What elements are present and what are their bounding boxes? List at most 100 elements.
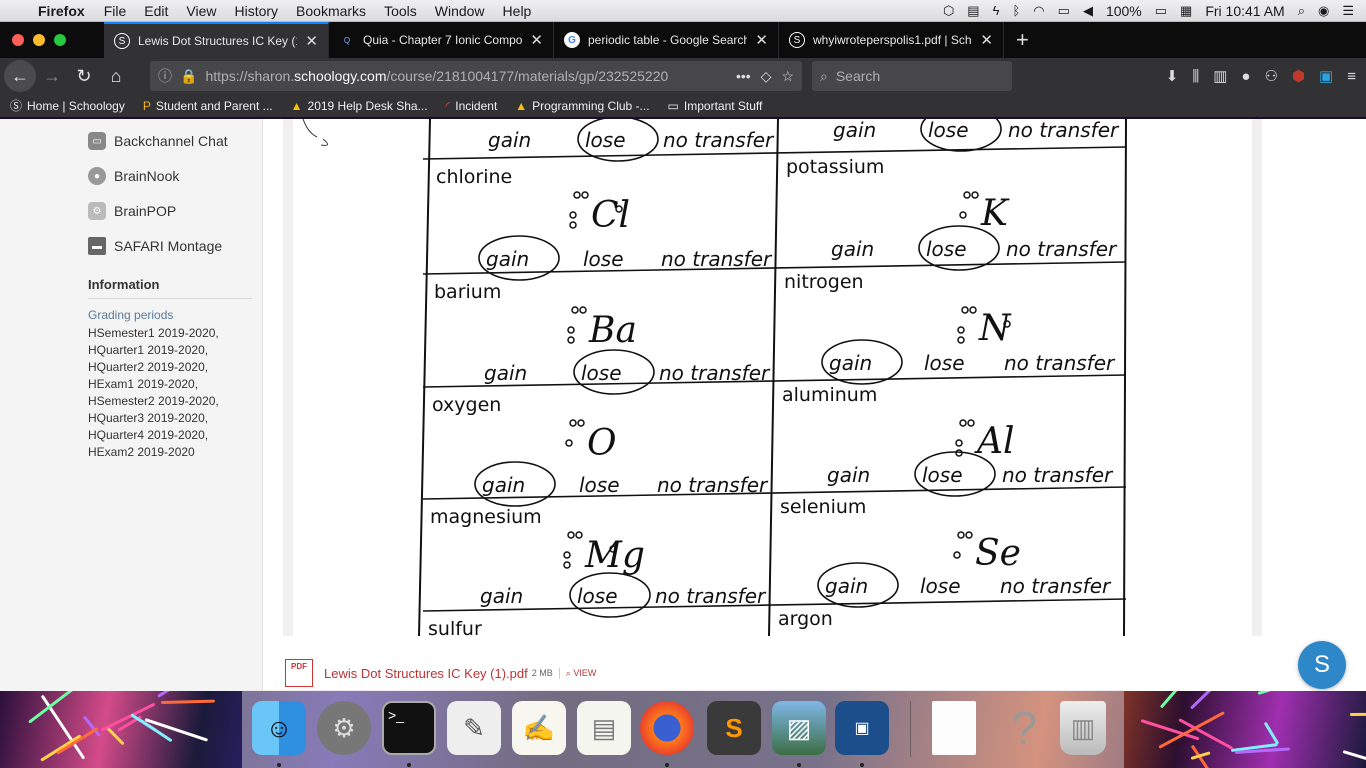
menu-view[interactable]: View	[177, 3, 225, 19]
back-button[interactable]: ←	[4, 60, 36, 92]
close-window-button[interactable]	[12, 34, 24, 46]
menubar-clock[interactable]: Fri 10:41 AM	[1205, 3, 1284, 19]
menu-history[interactable]: History	[225, 3, 287, 19]
sublime-text-icon[interactable]: S	[707, 701, 761, 755]
choice-lose: lose	[924, 351, 965, 375]
cube-icon[interactable]: ⬡	[943, 3, 954, 19]
menu-edit[interactable]: Edit	[135, 3, 177, 19]
page-actions-icon[interactable]: •••	[736, 68, 751, 84]
siri-icon[interactable]: ◉	[1318, 3, 1329, 19]
forward-button[interactable]: →	[36, 60, 68, 92]
menu-bookmarks[interactable]: Bookmarks	[287, 3, 375, 19]
choice-gain: gain	[488, 128, 531, 152]
sidebar-item-brainpop[interactable]: ⚙ BrainPOP	[88, 202, 176, 220]
trash-icon[interactable]: ▥	[1060, 701, 1106, 755]
menu-help[interactable]: Help	[494, 3, 541, 19]
bolt-icon[interactable]: ϟ	[993, 3, 1000, 18]
sidebar-item-backchannel[interactable]: ▭ Backchannel Chat	[88, 132, 228, 150]
tab-lewis-dot[interactable]: S Lewis Dot Structures IC Key (1). ✕	[104, 22, 329, 58]
document-icon[interactable]	[932, 701, 976, 755]
close-tab-icon[interactable]: ✕	[755, 31, 768, 49]
attachment-link[interactable]: Lewis Dot Structures IC Key (1).pdf	[324, 666, 528, 681]
virtualbox-icon[interactable]: ▣	[835, 701, 889, 755]
downloads-icon[interactable]: ⬇	[1166, 67, 1179, 85]
home-button[interactable]: ⌂	[100, 60, 132, 92]
vpn-extension-icon[interactable]: ⚇	[1264, 67, 1277, 85]
question-mark-icon[interactable]: ?	[997, 701, 1051, 755]
account-icon[interactable]: ●	[1241, 68, 1250, 85]
flag-icon[interactable]: ▦	[1180, 3, 1192, 19]
grading-period: HSemester1 2019-2020,	[88, 326, 219, 340]
url-domain: schoology.com	[294, 68, 387, 84]
search-bar[interactable]: ⌕ Search	[812, 61, 1012, 91]
terminal-icon[interactable]: >_	[382, 701, 436, 755]
choice-gain: gain	[825, 574, 868, 598]
minimize-window-button[interactable]	[33, 34, 45, 46]
tab-persepolis[interactable]: S whyiwroteperspolis1.pdf | Scho ✕	[779, 22, 1004, 58]
volume-icon[interactable]: ◀	[1083, 3, 1093, 19]
menu-tools[interactable]: Tools	[375, 3, 426, 19]
extension-icon[interactable]: ▣	[1319, 67, 1333, 85]
grading-period: HExam2 2019-2020	[88, 445, 195, 459]
close-tab-icon[interactable]: ✕	[530, 31, 543, 49]
textedit-icon[interactable]: ✍	[512, 701, 566, 755]
element-name: sulfur	[428, 618, 482, 636]
url-text[interactable]: https://sharon.schoology.com/course/2181…	[205, 68, 726, 84]
notes-icon[interactable]: ▤	[577, 701, 631, 755]
menu-window[interactable]: Window	[426, 3, 494, 19]
quia-icon: Q	[343, 35, 351, 45]
view-attachment-link[interactable]: ⌕ VIEW	[558, 667, 596, 679]
help-chat-button[interactable]: S	[1298, 641, 1346, 689]
bookmark-folder-important[interactable]: ▭ Important Stuff	[658, 99, 771, 113]
bookmark-star-icon[interactable]: ☆	[781, 68, 794, 85]
wifi-icon[interactable]: ◠	[1033, 3, 1044, 19]
script-editor-icon[interactable]: ✎	[447, 701, 501, 755]
notification-center-icon[interactable]: ☰	[1342, 3, 1354, 19]
airplay-icon[interactable]: ▭	[1058, 3, 1070, 19]
google-icon: G	[564, 32, 580, 48]
sidebar-toggle-icon[interactable]: ▥	[1213, 67, 1227, 85]
new-tab-button[interactable]: +	[1004, 27, 1041, 53]
choice-gain: gain	[484, 361, 527, 385]
zoom-window-button[interactable]	[54, 34, 66, 46]
spotlight-icon[interactable]: ⌕	[1298, 3, 1305, 19]
grading-periods-list: HSemester1 2019-2020, HQuarter1 2019-202…	[88, 325, 219, 461]
finder-icon[interactable]: ☺	[252, 701, 306, 755]
pocket-icon[interactable]: ◇	[761, 68, 772, 85]
sidebar-item-brainnook[interactable]: ● BrainNook	[88, 167, 179, 185]
info-icon[interactable]: ⓘ	[158, 66, 172, 86]
url-bar[interactable]: ⓘ 🔒 https://sharon.schoology.com/course/…	[150, 61, 802, 91]
menu-app-name[interactable]: Firefox	[36, 3, 95, 19]
incident-icon: ◜	[445, 98, 451, 113]
firefox-icon[interactable]	[640, 701, 694, 755]
close-tab-icon[interactable]: ✕	[980, 31, 993, 49]
pdf-viewer[interactable]: gain lose no transfer gain lose no transfer ch…	[283, 119, 1262, 636]
stack-icon[interactable]: ▤	[967, 3, 979, 19]
tab-strip: S Lewis Dot Structures IC Key (1). ✕ Q Q…	[0, 22, 1366, 58]
bookmark-programming-club[interactable]: ▲ Programming Club -...	[505, 99, 657, 113]
bookmark-incident[interactable]: ◜ Incident	[436, 99, 506, 113]
tab-quia[interactable]: Q Quia - Chapter 7 Ionic Compour ✕	[329, 22, 554, 58]
battery-percent[interactable]: 100%	[1106, 3, 1142, 19]
course-sidebar: ▭ Backchannel Chat ● BrainNook ⚙ BrainPOP ▬…	[0, 119, 263, 691]
menu-file[interactable]: File	[95, 3, 136, 19]
close-tab-icon[interactable]: ✕	[305, 32, 318, 50]
library-icon[interactable]: ⫼	[1192, 68, 1199, 85]
system-preferences-icon[interactable]: ⚙	[317, 701, 371, 755]
sidebar-item-safari-montage[interactable]: ▬ SAFARI Montage	[88, 237, 222, 255]
choice-lose: lose	[585, 128, 626, 152]
reload-button[interactable]: ↻	[68, 60, 100, 92]
tab-google[interactable]: G periodic table - Google Search ✕	[554, 22, 779, 58]
bookmark-home-schoology[interactable]: Ⓢ Home | Schoology	[0, 97, 133, 114]
bluetooth-icon[interactable]: ᛒ	[1012, 3, 1020, 18]
bookmark-student-parent[interactable]: P Student and Parent ...	[133, 99, 281, 113]
battery-icon: ▭	[1154, 2, 1168, 18]
ublock-icon[interactable]: ⬢	[1292, 67, 1305, 85]
url-prefix: https://sharon.	[205, 68, 295, 84]
bookmark-label: Programming Club -...	[532, 98, 650, 113]
bookmark-help-desk[interactable]: ▲ 2019 Help Desk Sha...	[281, 99, 436, 113]
grading-period: HQuarter1 2019-2020,	[88, 343, 209, 357]
preview-icon[interactable]: ▨	[772, 701, 826, 755]
menu-icon[interactable]: ≡	[1347, 68, 1356, 85]
scan-mark	[302, 119, 328, 146]
